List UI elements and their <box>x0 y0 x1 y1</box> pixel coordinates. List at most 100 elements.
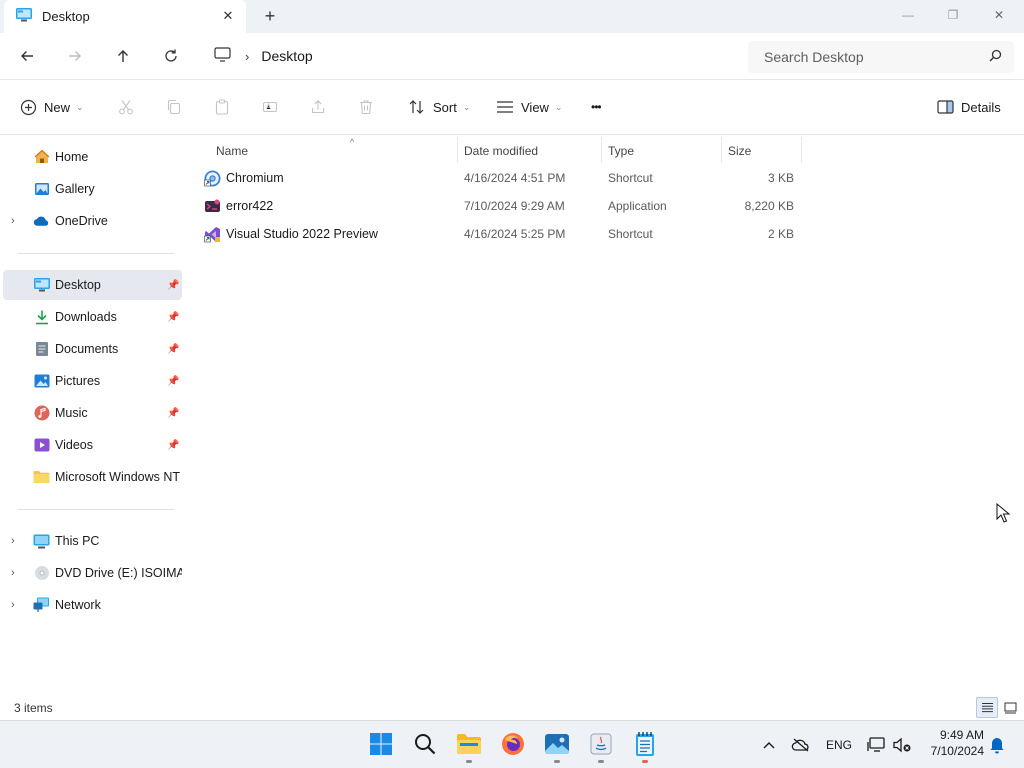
file-name-cell: Visual Studio 2022 Preview <box>203 220 378 248</box>
pin-icon[interactable]: 📌 <box>167 408 179 419</box>
new-label: New <box>44 99 71 115</box>
pin-icon[interactable]: 📌 <box>167 280 179 291</box>
navigation-pane: Home Gallery › OneDrive Desktop 📌 Downlo… <box>0 135 185 695</box>
tab-desktop[interactable]: Desktop ✕ <box>4 0 246 33</box>
refresh-icon <box>165 49 177 62</box>
view-button[interactable]: View ⌄ <box>496 94 563 120</box>
status-bar: 3 items <box>0 696 1024 720</box>
onedrive-icon <box>33 213 50 230</box>
search-box[interactable]: Search Desktop <box>748 41 1014 73</box>
sidebar-item-network[interactable]: › Network <box>0 590 182 620</box>
file-type: Shortcut <box>608 171 653 185</box>
volume-tray-button[interactable] <box>890 735 914 755</box>
sidebar-item-this-pc[interactable]: › This PC <box>0 526 182 556</box>
notifications-button[interactable] <box>987 735 1007 755</box>
back-button[interactable] <box>15 44 39 68</box>
chevron-right-icon[interactable]: › <box>11 535 21 547</box>
language-indicator[interactable]: ENG <box>822 735 856 755</box>
chevron-right-icon[interactable]: › <box>11 599 21 611</box>
column-header-type[interactable]: Type <box>608 139 720 163</box>
column-header-size[interactable]: Size <box>728 139 798 163</box>
file-explorer-taskbar-button[interactable] <box>454 729 484 763</box>
cut-button[interactable] <box>115 96 137 118</box>
sidebar-item-nt-folder[interactable]: Microsoft Windows NT 3 <box>0 462 182 492</box>
pin-icon[interactable]: 📌 <box>167 376 179 387</box>
chevron-right-icon[interactable]: › <box>11 215 21 227</box>
onedrive-tray-button[interactable] <box>789 735 813 755</box>
maximize-button[interactable]: ❐ <box>941 4 965 26</box>
up-button[interactable] <box>111 44 135 68</box>
notepad-taskbar-button[interactable] <box>630 729 660 763</box>
file-name: Visual Studio 2022 Preview <box>226 227 378 241</box>
share-button[interactable] <box>307 96 329 118</box>
sidebar-item-pictures[interactable]: Pictures 📌 <box>0 366 182 396</box>
forward-button[interactable] <box>63 44 87 68</box>
tiles-view-icon <box>1004 702 1016 713</box>
search-input[interactable]: Search Desktop <box>764 49 864 65</box>
chromium-icon <box>203 169 221 187</box>
file-size: 3 KB <box>767 171 794 185</box>
column-divider[interactable] <box>601 137 602 163</box>
chevron-right-icon[interactable]: › <box>11 567 21 579</box>
sidebar-item-downloads[interactable]: Downloads 📌 <box>0 302 182 332</box>
pin-icon[interactable]: 📌 <box>167 344 179 355</box>
column-divider[interactable] <box>457 137 458 163</box>
sort-icon <box>408 99 426 115</box>
network-tray-button[interactable] <box>865 735 889 755</box>
sidebar-item-music[interactable]: Music 📌 <box>0 398 182 428</box>
plus-circle-icon <box>20 99 37 116</box>
bell-icon <box>990 738 1004 754</box>
minimize-button[interactable]: — <box>896 4 920 26</box>
table-row[interactable]: Visual Studio 2022 Preview 4/16/2024 5:2… <box>198 220 804 248</box>
start-button[interactable] <box>366 729 396 759</box>
windows-logo-icon <box>370 733 392 755</box>
close-tab-icon[interactable]: ✕ <box>220 8 236 24</box>
sort-button[interactable]: Sort ⌄ <box>408 94 470 120</box>
breadcrumb-desktop[interactable]: Desktop <box>261 48 312 64</box>
file-type: Application <box>608 199 667 213</box>
table-row[interactable]: error422 7/10/2024 9:29 AM Application 8… <box>198 192 804 220</box>
sidebar-item-onedrive[interactable]: › OneDrive <box>0 206 182 236</box>
firefox-taskbar-button[interactable] <box>498 729 528 759</box>
close-window-button[interactable]: ✕ <box>987 4 1011 26</box>
details-pane-button[interactable]: Details <box>937 94 1001 120</box>
paste-button[interactable] <box>211 96 233 118</box>
documents-icon <box>33 341 50 358</box>
file-size: 8,220 KB <box>744 199 794 213</box>
breadcrumb[interactable]: › Desktop <box>206 42 736 70</box>
more-options-button[interactable]: ••• <box>591 94 602 120</box>
pin-icon[interactable]: 📌 <box>167 440 179 451</box>
sidebar-item-dvd-drive[interactable]: › DVD Drive (E:) ISOIMAGE <box>0 558 182 588</box>
column-divider[interactable] <box>721 137 722 163</box>
details-label: Details <box>961 99 1001 115</box>
show-hidden-icons-button[interactable] <box>760 735 778 755</box>
sidebar-item-gallery[interactable]: Gallery <box>0 174 182 204</box>
table-row[interactable]: Chromium 4/16/2024 4:51 PM Shortcut 3 KB <box>198 164 804 192</box>
sidebar-item-documents[interactable]: Documents 📌 <box>0 334 182 364</box>
pin-icon[interactable]: 📌 <box>167 312 179 323</box>
sidebar-item-label: Music <box>55 406 88 420</box>
sidebar-item-desktop[interactable]: Desktop 📌 <box>3 270 182 300</box>
pictures-icon <box>33 373 50 390</box>
delete-button[interactable] <box>355 96 377 118</box>
network-icon <box>33 597 50 614</box>
photos-taskbar-button[interactable] <box>542 729 572 763</box>
new-tab-button[interactable]: + <box>260 6 280 26</box>
copy-button[interactable] <box>163 96 185 118</box>
search-taskbar-button[interactable] <box>410 729 440 759</box>
running-indicator <box>466 760 472 763</box>
column-divider[interactable] <box>801 137 802 163</box>
dvd-icon <box>33 565 50 582</box>
clock[interactable]: 9:49 AM 7/10/2024 <box>918 727 984 759</box>
tiles-view-button[interactable] <box>999 697 1021 718</box>
refresh-button[interactable] <box>159 44 183 68</box>
details-view-button[interactable] <box>976 697 998 718</box>
sort-ascending-icon: ^ <box>350 137 355 147</box>
rename-button[interactable] <box>259 96 281 118</box>
column-header-date[interactable]: Date modified <box>464 139 602 163</box>
sidebar-item-videos[interactable]: Videos 📌 <box>0 430 182 460</box>
java-app-taskbar-button[interactable] <box>586 729 616 763</box>
new-button[interactable]: New ⌄ <box>20 94 84 120</box>
sidebar-item-home[interactable]: Home <box>0 142 182 172</box>
column-header-name[interactable]: Name ^ <box>216 137 457 163</box>
